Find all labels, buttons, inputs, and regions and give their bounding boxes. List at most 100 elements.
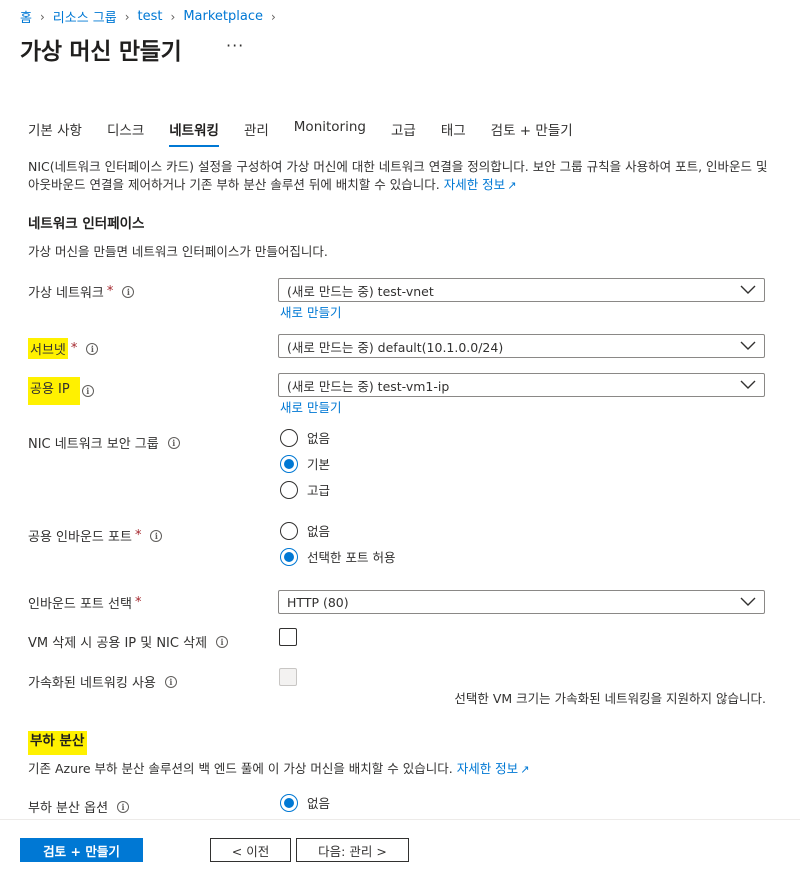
chevron-right-icon: › <box>124 9 130 24</box>
chevron-down-icon <box>740 285 756 294</box>
external-link-icon: ↗ <box>520 763 530 776</box>
lb-option-value: 없음 <box>307 796 331 811</box>
networking-description: NIC(네트워크 인터페이스 카드) 설정을 구성하여 가상 머신에 대한 네트… <box>28 158 768 195</box>
accel-checkbox <box>279 668 297 686</box>
lb-section-title: 부하 분산 <box>28 729 88 755</box>
radio-button-selected[interactable] <box>280 547 298 566</box>
delete-ip-label-row: VM 삭제 시 공용 IP 및 NIC 삭제 i <box>28 632 229 651</box>
tab-basics[interactable]: 기본 사항 <box>28 119 82 147</box>
chevron-down-icon <box>740 341 756 350</box>
ports-label-row: 인바운드 포트 선택 * <box>28 593 141 612</box>
tab-management[interactable]: 관리 <box>244 119 269 147</box>
ports-select-value: HTTP (80) <box>287 594 349 610</box>
tab-disks[interactable]: 디스크 <box>107 119 144 147</box>
lb-option-none[interactable]: 없음 <box>280 793 330 812</box>
subnet-select-value: (새로 만드는 중) default(10.1.0.0/24) <box>287 339 504 355</box>
info-icon[interactable]: i <box>216 635 229 648</box>
accel-label-row: 가속화된 네트워킹 사용 i <box>28 672 177 691</box>
radio-button-selected[interactable] <box>280 793 298 812</box>
breadcrumb-test[interactable]: test <box>138 9 163 24</box>
ports-select[interactable]: HTTP (80) <box>278 590 765 614</box>
vnet-label: 가상 네트워크 <box>28 286 104 301</box>
info-icon[interactable]: i <box>81 385 94 397</box>
subnet-label: 서브넷 <box>28 338 68 359</box>
info-icon[interactable]: i <box>122 285 135 298</box>
info-icon[interactable]: i <box>167 436 180 449</box>
chevron-down-icon <box>740 380 756 389</box>
accel-note: 선택한 VM 크기는 가속화된 네트워킹을 지원하지 않습니다. <box>454 691 766 706</box>
nsg-label: NIC 네트워크 보안 그룹 <box>28 437 159 452</box>
description-text: NIC(네트워크 인터페이스 카드) 설정을 구성하여 가상 머신에 대한 네트… <box>28 159 768 192</box>
info-icon[interactable]: i <box>164 675 177 688</box>
vnet-label-row: 가상 네트워크 * i <box>28 282 135 301</box>
inbound-option-label: 선택한 포트 허용 <box>307 550 396 565</box>
learn-more-link[interactable]: 자세한 정보 <box>444 177 505 192</box>
nsg-option-label: 고급 <box>307 483 331 498</box>
inbound-option-label: 없음 <box>307 524 331 539</box>
previous-button[interactable]: < 이전 <box>210 838 291 862</box>
inbound-label: 공용 인바운드 포트 <box>28 530 132 545</box>
nsg-option-none[interactable]: 없음 <box>280 428 330 447</box>
nic-section-title: 네트워크 인터페이스 <box>28 216 145 232</box>
subnet-select[interactable]: (새로 만드는 중) default(10.1.0.0/24) <box>278 334 765 358</box>
breadcrumb-resource-groups[interactable]: 리소스 그룹 <box>53 7 117 26</box>
lb-section-title-text: 부하 분산 <box>28 731 88 755</box>
info-icon[interactable]: i <box>86 342 99 355</box>
tab-tags[interactable]: 태그 <box>441 119 466 147</box>
more-options-icon[interactable]: ··· <box>226 36 244 55</box>
breadcrumb: 홈 › 리소스 그룹 › test › Marketplace › <box>20 7 284 26</box>
public-ip-label-row: 공용 IP i <box>28 377 94 405</box>
nsg-label-row: NIC 네트워크 보안 그룹 i <box>28 433 180 452</box>
ports-label: 인바운드 포트 선택 <box>28 597 132 612</box>
chevron-down-icon <box>740 597 756 606</box>
lb-learn-more-link[interactable]: 자세한 정보 <box>457 761 518 776</box>
delete-ip-label: VM 삭제 시 공용 IP 및 NIC 삭제 <box>28 636 208 651</box>
radio-button[interactable] <box>280 521 298 540</box>
public-ip-select[interactable]: (새로 만드는 중) test-vm1-ip <box>278 373 765 397</box>
tab-monitoring[interactable]: Monitoring <box>294 119 366 147</box>
subnet-label-row: 서브넷 * i <box>28 338 99 359</box>
lb-section-text-row: 기존 Azure 부하 분산 솔루션의 백 엔드 풀에 이 가상 머신을 배치할… <box>28 758 529 777</box>
radio-button-selected[interactable] <box>280 454 298 473</box>
footer-divider <box>0 819 800 820</box>
required-marker: * <box>134 528 142 543</box>
tab-networking[interactable]: 네트워킹 <box>169 119 219 147</box>
required-marker: * <box>134 595 142 610</box>
tab-review-create[interactable]: 검토 + 만들기 <box>491 119 573 147</box>
nsg-option-label: 없음 <box>307 431 331 446</box>
lb-section-text: 기존 Azure 부하 분산 솔루션의 백 엔드 풀에 이 가상 머신을 배치할… <box>28 761 453 776</box>
page-title: 가상 머신 만들기 <box>20 39 182 65</box>
public-ip-label: 공용 IP <box>28 377 80 405</box>
next-button[interactable]: 다음: 관리 > <box>296 838 409 862</box>
accel-label: 가속화된 네트워킹 사용 <box>28 676 156 691</box>
review-create-button[interactable]: 검토 + 만들기 <box>20 838 143 862</box>
inbound-option-none[interactable]: 없음 <box>280 521 330 540</box>
inbound-label-row: 공용 인바운드 포트 * i <box>28 526 163 545</box>
required-marker: * <box>70 341 78 356</box>
required-marker: * <box>106 284 114 299</box>
chevron-right-icon: › <box>270 9 276 24</box>
create-public-ip-link[interactable]: 새로 만들기 <box>280 397 341 416</box>
nic-section-subtitle: 가상 머신을 만들면 네트워크 인터페이스가 만들어집니다. <box>28 244 328 259</box>
delete-ip-checkbox[interactable] <box>279 628 297 646</box>
vnet-select-value: (새로 만드는 중) test-vnet <box>287 283 434 299</box>
external-link-icon: ↗ <box>507 179 517 192</box>
lb-option-label-row: 부하 분산 옵션 i <box>28 797 130 816</box>
chevron-right-icon: › <box>170 9 176 24</box>
inbound-option-allow[interactable]: 선택한 포트 허용 <box>280 547 395 566</box>
breadcrumb-home[interactable]: 홈 <box>20 7 32 26</box>
radio-button[interactable] <box>280 480 298 499</box>
nsg-option-basic[interactable]: 기본 <box>280 454 330 473</box>
info-icon[interactable]: i <box>117 800 130 813</box>
lb-option-label: 부하 분산 옵션 <box>28 801 109 816</box>
chevron-right-icon: › <box>39 9 45 24</box>
radio-button[interactable] <box>280 428 298 447</box>
vnet-select[interactable]: (새로 만드는 중) test-vnet <box>278 278 765 302</box>
create-vnet-link[interactable]: 새로 만들기 <box>280 302 341 321</box>
public-ip-select-value: (새로 만드는 중) test-vm1-ip <box>287 378 450 394</box>
info-icon[interactable]: i <box>150 529 163 542</box>
tab-advanced[interactable]: 고급 <box>391 119 416 147</box>
tab-bar: 기본 사항 디스크 네트워킹 관리 Monitoring 고급 태그 검토 + … <box>28 119 598 147</box>
nsg-option-advanced[interactable]: 고급 <box>280 480 330 499</box>
breadcrumb-marketplace[interactable]: Marketplace <box>183 9 263 24</box>
